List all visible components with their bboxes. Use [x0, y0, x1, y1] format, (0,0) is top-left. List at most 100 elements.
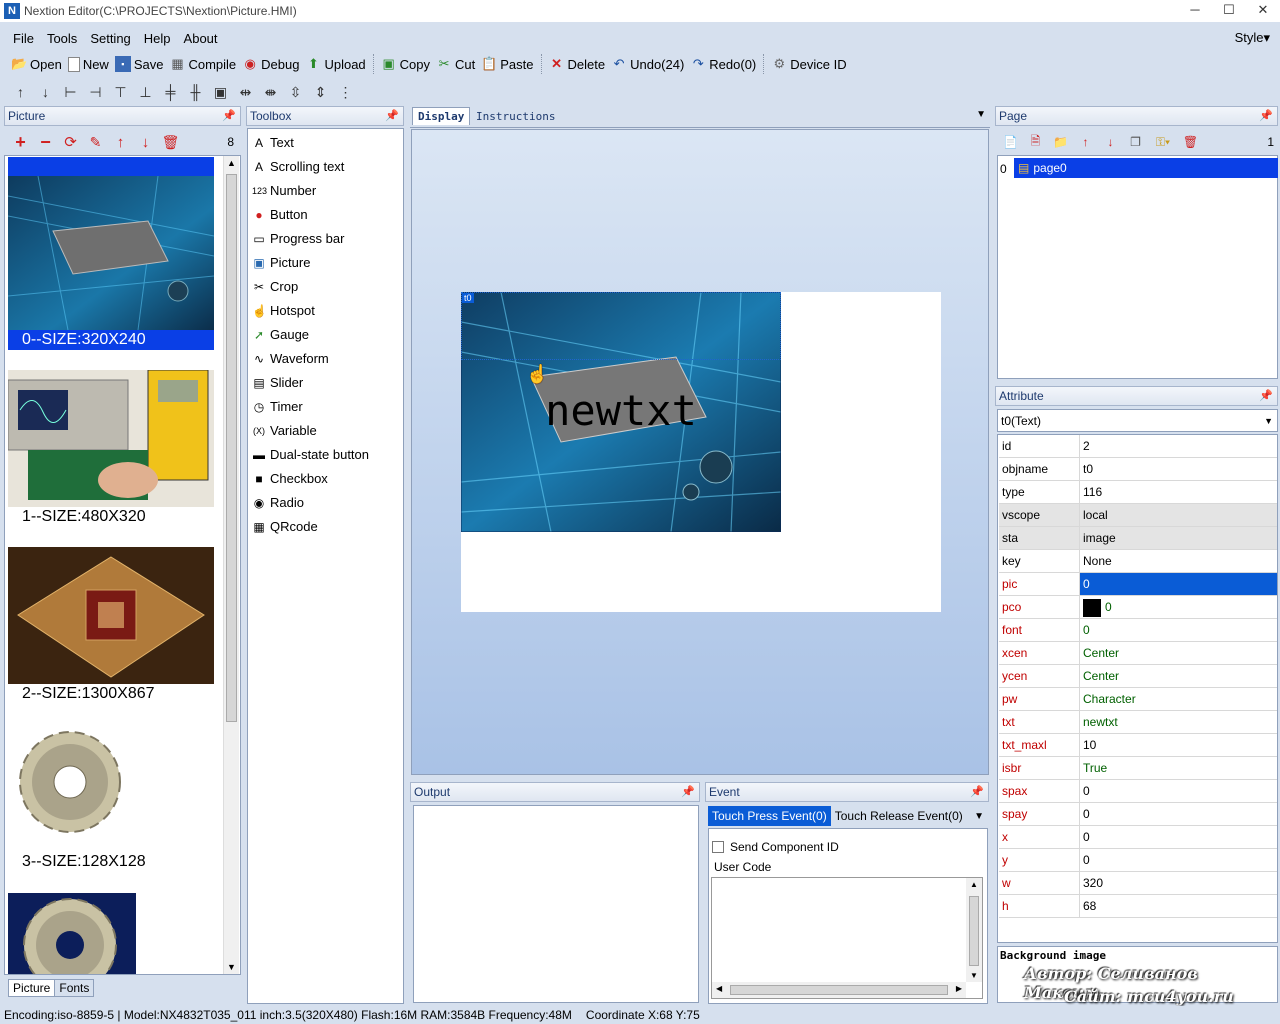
toolbox-item[interactable]: ■ Checkbox — [252, 471, 327, 486]
attribute-row[interactable]: txt_maxl 10 — [999, 734, 1277, 757]
toolbox-item[interactable]: ▦ QRcode — [252, 519, 317, 534]
attribute-value[interactable]: 0 — [1080, 573, 1277, 595]
attribute-value[interactable]: newtxt — [1080, 711, 1277, 733]
attribute-row[interactable]: pw Character — [999, 688, 1277, 711]
attribute-value[interactable]: t0 — [1080, 458, 1277, 480]
send-component-id[interactable]: Send Component ID — [712, 840, 839, 854]
save-button[interactable]: ▪ Save — [112, 53, 167, 75]
move-up-icon[interactable]: ↑ — [8, 84, 33, 100]
debug-button[interactable]: ◉ Debug — [239, 53, 302, 75]
attribute-row[interactable]: w 320 — [999, 872, 1277, 895]
attribute-value[interactable]: 0 — [1080, 596, 1277, 618]
send-component-id-checkbox[interactable] — [712, 841, 724, 853]
attribute-value[interactable]: True — [1080, 757, 1277, 779]
minimize-button[interactable]: ─ — [1178, 0, 1212, 22]
picture-thumb-gear-blue[interactable] — [8, 893, 136, 975]
tab-picture[interactable]: Picture — [8, 979, 56, 997]
same-size-icon[interactable]: ▣ — [208, 84, 233, 101]
delete-button[interactable]: ✕ Delete — [546, 53, 609, 75]
tab-touch-release-event[interactable]: Touch Release Event(0) — [831, 806, 967, 826]
pin-icon[interactable]: 📌 — [1259, 389, 1273, 402]
attribute-row[interactable]: pco 0 — [999, 596, 1277, 619]
text-component[interactable]: t0 — [461, 292, 781, 360]
attribute-row[interactable]: h 68 — [999, 895, 1277, 918]
paste-button[interactable]: 📋 Paste — [478, 53, 536, 75]
toolbox-item[interactable]: ➚ Gauge — [252, 327, 309, 342]
replace-picture-icon[interactable]: ⟳ — [58, 133, 83, 151]
scroll-up-arrow-icon[interactable]: ▲ — [227, 158, 236, 168]
picture-thumb-circuit[interactable] — [8, 176, 214, 330]
toolbox-item[interactable]: (X) Variable — [252, 423, 317, 438]
attribute-value[interactable]: 10 — [1080, 734, 1277, 756]
align-left-icon[interactable]: ⊢ — [58, 84, 83, 101]
redo-button[interactable]: ↷ Redo(0) — [687, 53, 759, 75]
tab-fonts[interactable]: Fonts — [55, 979, 95, 997]
toolbox-item[interactable]: ☝ Hotspot — [252, 303, 315, 318]
toolbox-item[interactable]: A Scrolling text — [252, 159, 344, 174]
align-top-icon[interactable]: ⊤ — [108, 84, 133, 101]
attribute-value[interactable]: image — [1080, 527, 1277, 549]
toolbox-item[interactable]: 123 Number — [252, 183, 316, 198]
scroll-thumb[interactable] — [730, 985, 948, 995]
pin-icon[interactable]: 📌 — [385, 109, 399, 122]
event-tabs-dropdown-icon[interactable]: ▼ — [974, 811, 984, 822]
menu-about[interactable]: About — [178, 31, 224, 46]
toolbox-item[interactable]: ◉ Radio — [252, 495, 304, 510]
close-button[interactable]: ✕ — [1246, 0, 1280, 22]
attribute-row[interactable]: sta image — [999, 527, 1277, 550]
attribute-row[interactable]: xcen Center — [999, 642, 1277, 665]
design-canvas[interactable]: t0 newtxt ☝ — [411, 129, 989, 775]
style-menu[interactable]: Style▾ — [1229, 30, 1276, 46]
copy-button[interactable]: ▣ Copy — [378, 53, 433, 75]
add-picture-icon[interactable]: + — [8, 132, 33, 153]
attribute-value[interactable]: 68 — [1080, 895, 1277, 917]
attribute-value[interactable]: 2 — [1080, 435, 1277, 457]
copy-page-icon[interactable]: ❐ — [1123, 135, 1148, 149]
picture-thumb-oscilloscope[interactable] — [8, 370, 214, 507]
space-h2-icon[interactable]: ⇼ — [258, 84, 283, 101]
attribute-row[interactable]: pic 0 — [999, 573, 1277, 596]
page-import-icon[interactable]: ⚿▾ — [1148, 135, 1178, 150]
toolbox-item[interactable]: A Text — [252, 135, 294, 150]
pin-icon[interactable]: 📌 — [681, 785, 695, 798]
user-code-vscrollbar[interactable]: ▲ ▼ — [966, 878, 982, 982]
distribute-icon[interactable]: ⋮ — [333, 84, 358, 101]
picture-list[interactable]: 0--SIZE:320X240 1--SIZE:480X320 2--SIZE:… — [4, 155, 241, 975]
toolbox-item[interactable]: ∿ Waveform — [252, 351, 329, 366]
attribute-row[interactable]: vscope local — [999, 504, 1277, 527]
move-up-icon[interactable]: ↑ — [1073, 135, 1098, 149]
scroll-up-arrow-icon[interactable]: ▲ — [970, 880, 978, 889]
attribute-row[interactable]: objname t0 — [999, 458, 1277, 481]
picture-list-scrollbar[interactable]: ▲ ▼ — [223, 156, 239, 974]
toolbox-item[interactable]: ▣ Picture — [252, 255, 310, 270]
toolbox-item[interactable]: ● Button — [252, 207, 307, 222]
scroll-down-arrow-icon[interactable]: ▼ — [970, 971, 978, 980]
move-down-icon[interactable]: ↓ — [1098, 135, 1123, 149]
attribute-selector[interactable]: t0(Text) ▼ — [997, 409, 1278, 432]
add-page-icon[interactable]: 📄 — [998, 135, 1023, 149]
page-item-page0[interactable]: ▤ page0 — [1014, 158, 1278, 178]
user-code-editor[interactable]: ▲ ▼ ◀ ▶ — [711, 877, 983, 999]
attribute-value[interactable]: 0 — [1080, 849, 1277, 871]
attribute-row[interactable]: spay 0 — [999, 803, 1277, 826]
space-v-icon[interactable]: ⇳ — [283, 84, 308, 101]
toolbox-item[interactable]: ▬ Dual-state button — [252, 447, 369, 462]
attribute-row[interactable]: font 0 — [999, 619, 1277, 642]
scroll-thumb[interactable] — [969, 896, 979, 966]
attribute-value[interactable]: 0 — [1080, 780, 1277, 802]
pin-icon[interactable]: 📌 — [222, 109, 236, 122]
device-id-button[interactable]: ⚙ Device ID — [768, 53, 849, 75]
tab-touch-press-event[interactable]: Touch Press Event(0) — [708, 806, 831, 826]
undo-button[interactable]: ↶ Undo(24) — [608, 53, 687, 75]
compile-button[interactable]: ▦ Compile — [166, 53, 239, 75]
tab-instructions[interactable]: Instructions — [476, 110, 555, 123]
attribute-value[interactable]: 116 — [1080, 481, 1277, 503]
attribute-value[interactable]: 0 — [1080, 826, 1277, 848]
new-button[interactable]: New — [65, 53, 112, 75]
trash-icon[interactable]: 🗑 — [158, 134, 183, 151]
align-center-v-icon[interactable]: ╫ — [183, 84, 208, 100]
attribute-value[interactable]: 320 — [1080, 872, 1277, 894]
pin-icon[interactable]: 📌 — [1259, 109, 1273, 122]
insert-page-icon[interactable]: 📁 — [1048, 135, 1073, 149]
scroll-right-arrow-icon[interactable]: ▶ — [956, 984, 962, 993]
